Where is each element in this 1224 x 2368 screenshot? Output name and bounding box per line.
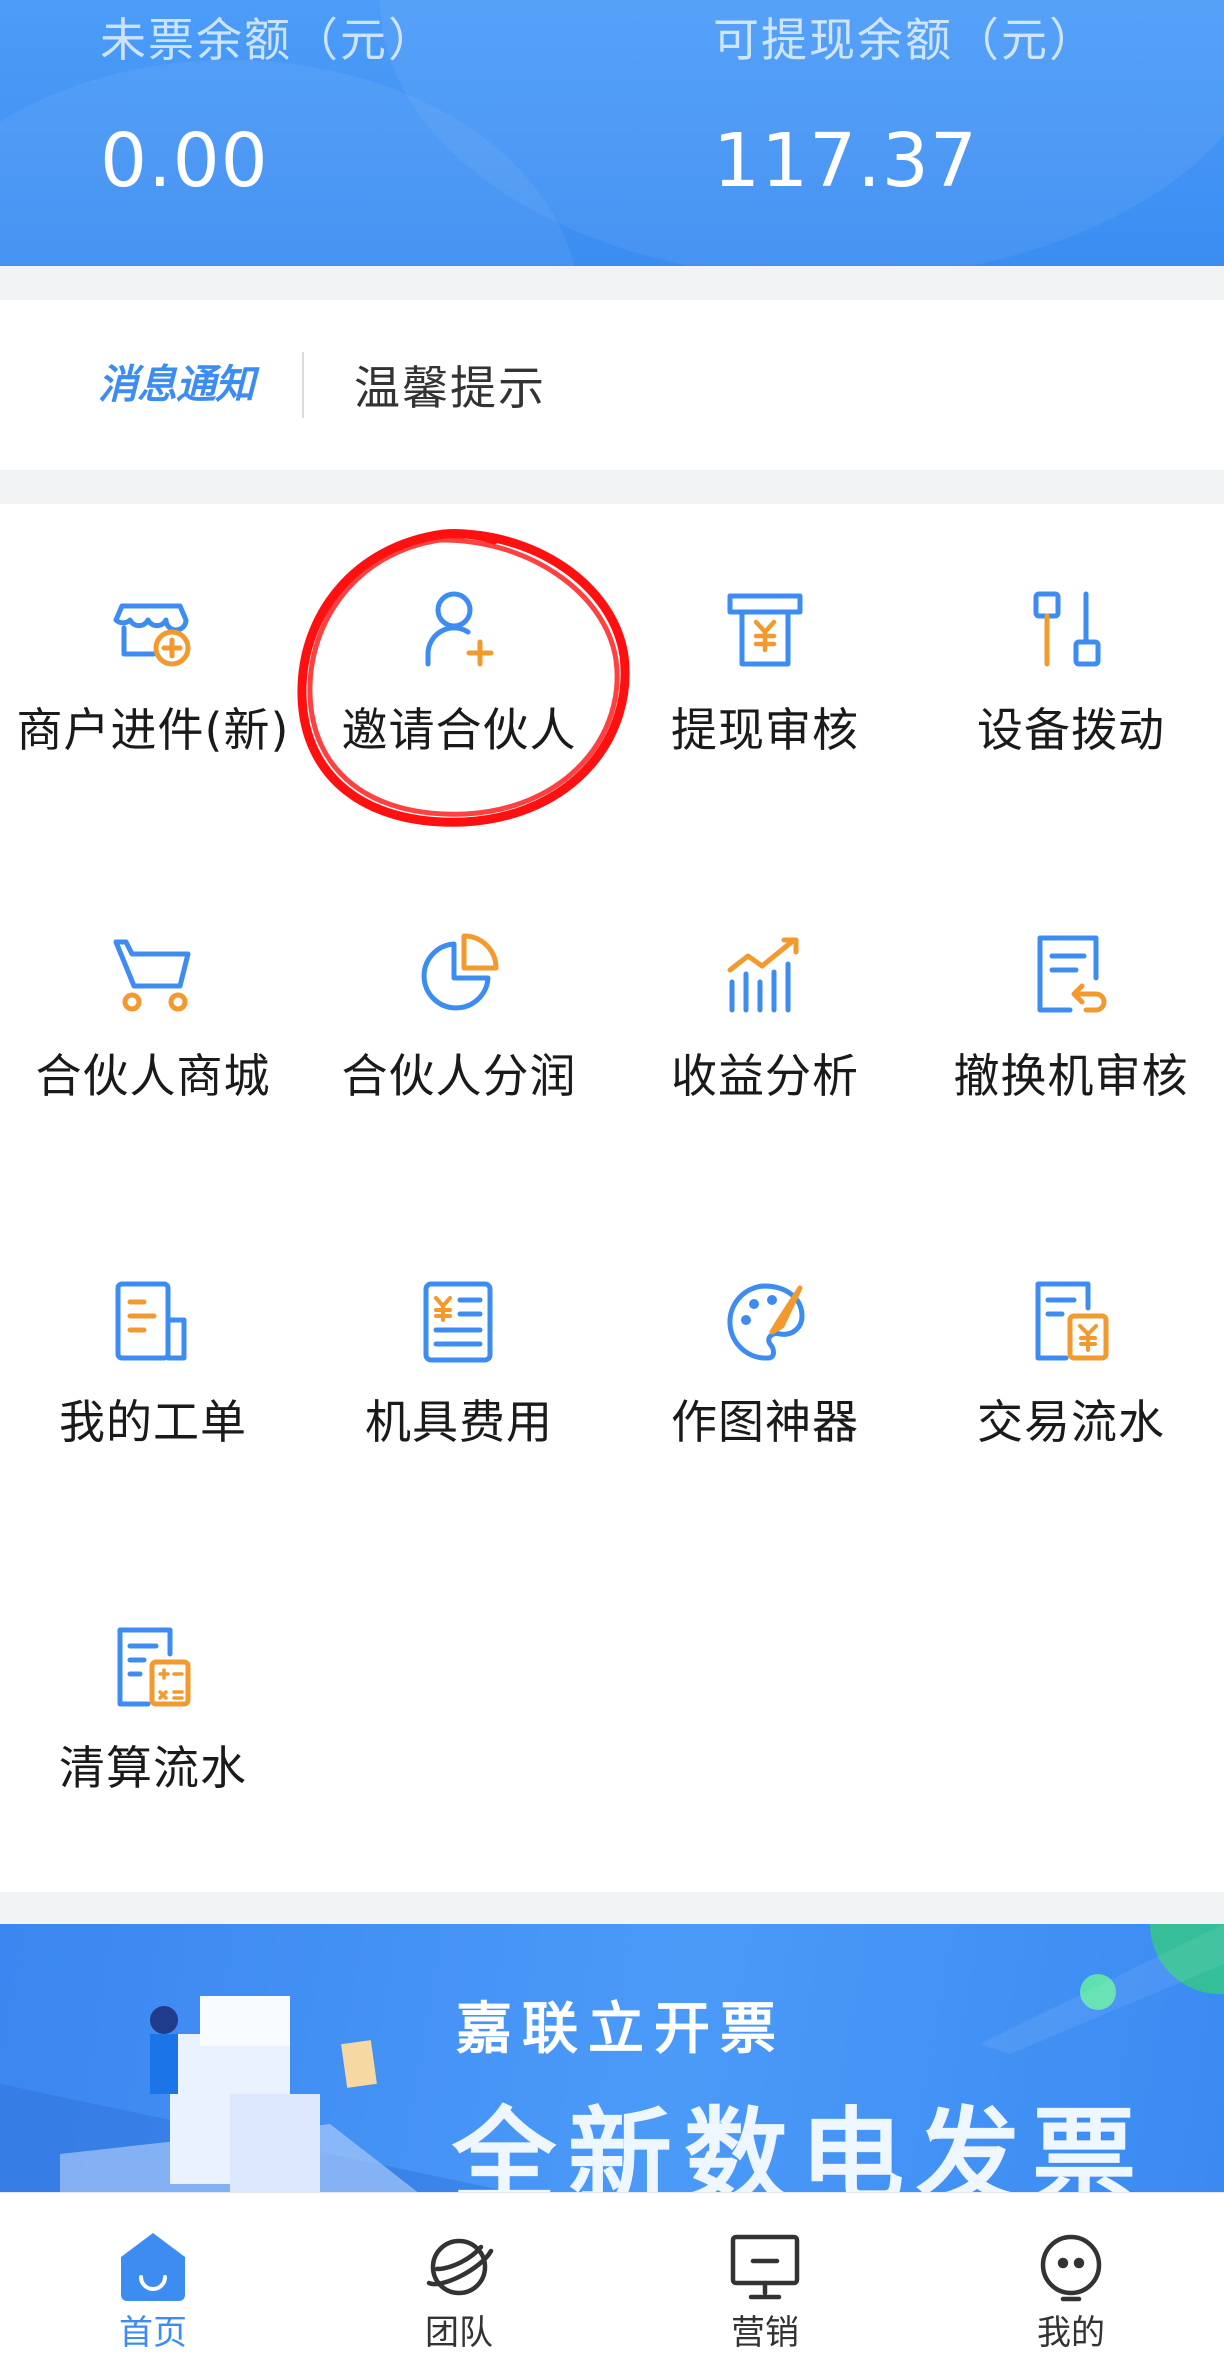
promo-banner[interactable]: 嘉联立开票 全新数电发票 (0, 1924, 1224, 2194)
tab-label: 营销 (731, 2313, 799, 2353)
notice-logo: 消息通知 (98, 362, 255, 408)
withdrawable-balance[interactable]: 可提现余额（元） 117.37 (713, 0, 1097, 206)
grid-item-label: 我的工单 (59, 1395, 247, 1449)
grid-item-label: 提现审核 (671, 703, 859, 757)
planet-icon (421, 2229, 497, 2305)
store-add-icon (108, 584, 198, 674)
calculator-document-icon (108, 1622, 198, 1712)
notice-divider (302, 352, 304, 418)
grid-item-label: 机具费用 (365, 1395, 553, 1449)
function-grid: 商户进件(新) 邀请合伙人 提现审核 设备拨动 合伙人商城 合伙人分润 收益分析… (0, 504, 1224, 1892)
fee-document-icon (414, 1276, 504, 1366)
tab-team[interactable]: 团队 (306, 2193, 612, 2368)
work-order-icon (108, 1276, 198, 1366)
grid-item-partner-mall[interactable]: 合伙人商城 (0, 850, 306, 1150)
grid-item-my-work-order[interactable]: 我的工单 (0, 1196, 306, 1496)
tab-home[interactable]: 首页 (0, 2193, 306, 2368)
grid-item-device-switch[interactable]: 设备拨动 (918, 504, 1224, 804)
transaction-document-icon (1026, 1276, 1116, 1366)
grid-item-label: 作图神器 (671, 1395, 859, 1449)
profile-face-icon (1033, 2229, 1109, 2305)
tab-marketing[interactable]: 营销 (612, 2193, 918, 2368)
grid-item-income-analysis[interactable]: 收益分析 (612, 850, 918, 1150)
tab-mine[interactable]: 我的 (918, 2193, 1224, 2368)
grid-item-label: 合伙人商城 (35, 1049, 271, 1103)
tab-label: 我的 (1037, 2313, 1105, 2353)
pie-chart-icon (414, 930, 504, 1020)
uninvoiced-balance[interactable]: 未票余额（元） 0.00 (100, 0, 436, 206)
grid-item-label: 清算流水 (59, 1741, 247, 1795)
grid-item-invite-partner[interactable]: 邀请合伙人 (306, 504, 612, 804)
user-add-icon (414, 584, 504, 674)
withdrawable-balance-label: 可提现余额（元） (713, 13, 1097, 67)
grid-item-replacement-review[interactable]: 撤换机审核 (918, 850, 1224, 1150)
grid-item-settlement-flow[interactable]: 清算流水 (0, 1542, 306, 1842)
grid-item-transaction-flow[interactable]: 交易流水 (918, 1196, 1224, 1496)
palette-icon (720, 1276, 810, 1366)
banner-title: 全新数电发票 (452, 2096, 1149, 2194)
withdrawable-balance-value: 117.37 (713, 118, 978, 204)
notice-bar[interactable]: 消息通知 温馨提示 (0, 300, 1224, 470)
tab-label: 团队 (425, 2313, 493, 2353)
grid-item-design-tool[interactable]: 作图神器 (612, 1196, 918, 1496)
monitor-icon (727, 2229, 803, 2305)
grid-item-label: 撤换机审核 (953, 1049, 1189, 1103)
notice-text[interactable]: 温馨提示 (354, 352, 546, 418)
grid-item-merchant-onboarding[interactable]: 商户进件(新) (0, 504, 306, 804)
grid-item-label: 收益分析 (671, 1049, 859, 1103)
grid-item-withdraw-review[interactable]: 提现审核 (612, 504, 918, 804)
grid-item-label: 设备拨动 (977, 703, 1165, 757)
grid-item-label: 交易流水 (977, 1395, 1165, 1449)
banner-subtitle: 嘉联立开票 (456, 1997, 786, 2062)
bar-trend-icon (720, 930, 810, 1020)
tab-label: 首页 (119, 2313, 187, 2353)
grid-item-device-fees[interactable]: 机具费用 (306, 1196, 612, 1496)
home-icon (115, 2229, 191, 2305)
uninvoiced-balance-label: 未票余额（元） (100, 13, 436, 67)
cart-icon (108, 930, 198, 1020)
document-return-icon (1026, 930, 1116, 1020)
grid-item-partner-profit[interactable]: 合伙人分润 (306, 850, 612, 1150)
bottom-tab-bar: 首页 团队 营销 我的 (0, 2192, 1224, 2368)
cash-withdraw-icon (720, 584, 810, 674)
uninvoiced-balance-value: 0.00 (100, 118, 269, 204)
device-switch-icon (1026, 584, 1116, 674)
grid-item-label: 合伙人分润 (341, 1049, 577, 1103)
balance-header: 未票余额（元） 0.00 可提现余额（元） 117.37 (0, 0, 1224, 266)
grid-item-label: 邀请合伙人 (341, 703, 577, 757)
grid-item-label: 商户进件(新) (16, 703, 290, 757)
